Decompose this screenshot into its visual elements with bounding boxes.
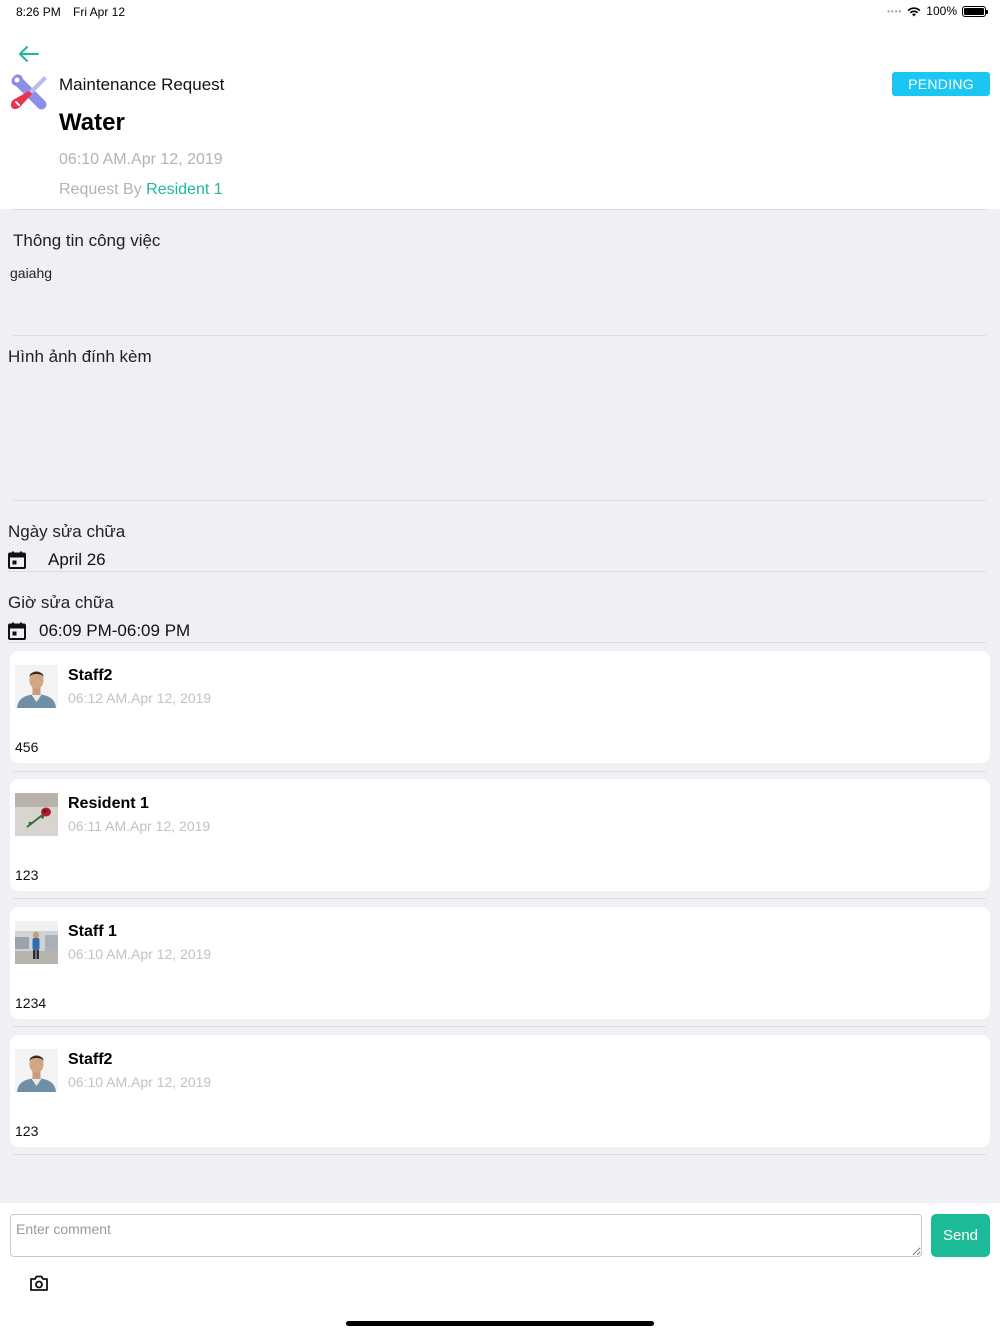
comment-author: Resident 1 — [68, 795, 149, 812]
rose-photo — [15, 793, 58, 836]
status-bar: 8:26 PM Fri Apr 12 •••• 100% — [0, 0, 1000, 24]
comment-card: Resident 1 06:11 AM.Apr 12, 2019 123 — [10, 779, 990, 891]
battery-icon — [962, 5, 988, 17]
tools-icon — [10, 74, 47, 110]
job-info-text: gaiahg — [10, 265, 53, 281]
header-divider — [13, 209, 986, 210]
battery-percent: 100% — [926, 4, 957, 18]
avatar[interactable] — [15, 1049, 58, 1092]
comment-divider — [13, 1154, 986, 1155]
calendar-icon — [8, 551, 26, 569]
attachments-divider — [13, 500, 986, 501]
job-info-title: Thông tin công việc — [13, 231, 161, 250]
staff-man-photo — [15, 665, 58, 708]
cellular-signal-icon: •••• — [887, 6, 903, 16]
avatar[interactable] — [15, 665, 58, 708]
comment-author: Staff2 — [68, 1051, 113, 1068]
request-by-label: Request By — [59, 181, 142, 198]
avatar[interactable] — [15, 793, 58, 836]
repair-date-value: April 26 — [48, 550, 106, 569]
status-badge: PENDING — [892, 72, 990, 96]
request-by-name[interactable]: Resident 1 — [146, 181, 223, 198]
comment-card: Staff2 06:10 AM.Apr 12, 2019 123 — [10, 1035, 990, 1147]
comment-text: 123 — [15, 1123, 39, 1139]
home-indicator[interactable] — [346, 1321, 654, 1326]
request-header: Maintenance Request Water 06:10 AM.Apr 1… — [0, 24, 1000, 209]
repair-time-divider — [8, 642, 986, 643]
back-button[interactable] — [14, 42, 44, 66]
repair-time-row[interactable]: 06:09 PM-06:09 PM — [8, 621, 190, 641]
arrow-left-icon — [19, 46, 39, 62]
attachments-area — [8, 375, 986, 495]
repair-date-title: Ngày sửa chữa — [8, 522, 126, 541]
comment-text: 1234 — [15, 995, 47, 1011]
comment-datetime: 06:11 AM.Apr 12, 2019 — [68, 818, 211, 834]
comment-divider — [13, 1026, 986, 1027]
job-info-divider — [13, 335, 986, 336]
request-title: Water — [59, 109, 125, 136]
comment-datetime: 06:10 AM.Apr 12, 2019 — [68, 1074, 212, 1090]
status-date: Fri Apr 12 — [73, 5, 126, 19]
request-type: Maintenance Request — [59, 75, 225, 94]
send-button[interactable]: Send — [931, 1214, 990, 1257]
camera-icon — [30, 1275, 48, 1291]
office-person-photo — [15, 921, 58, 964]
comment-card: Staff 1 06:10 AM.Apr 12, 2019 1234 — [10, 907, 990, 1019]
comment-input[interactable] — [10, 1214, 922, 1257]
calendar-icon — [8, 622, 26, 640]
comment-text: 456 — [15, 739, 39, 755]
request-by: Request By Resident 1 — [59, 181, 223, 199]
staff-man-photo — [15, 1049, 58, 1092]
avatar[interactable] — [15, 921, 58, 964]
camera-button[interactable] — [29, 1274, 49, 1292]
repair-date-row[interactable]: April 26 — [8, 550, 106, 570]
repair-date-divider — [8, 571, 986, 572]
comment-divider — [13, 771, 986, 772]
comment-datetime: 06:10 AM.Apr 12, 2019 — [68, 946, 212, 962]
repair-time-value: 06:09 PM-06:09 PM — [39, 621, 191, 640]
attachments-title: Hình ảnh đính kèm — [8, 347, 152, 366]
comment-author: Staff 1 — [68, 923, 117, 940]
comment-text: 123 — [15, 867, 39, 883]
comment-card: Staff2 06:12 AM.Apr 12, 2019 456 — [10, 651, 990, 763]
comment-author: Staff2 — [68, 667, 113, 684]
status-time: 8:26 PM — [16, 5, 61, 19]
comment-divider — [13, 898, 986, 899]
repair-time-title: Giờ sửa chữa — [8, 593, 114, 612]
comment-datetime: 06:12 AM.Apr 12, 2019 — [68, 690, 212, 706]
request-datetime: 06:10 AM.Apr 12, 2019 — [59, 151, 223, 168]
home-bar-area — [0, 1314, 1000, 1334]
status-indicators: •••• 100% — [887, 4, 988, 18]
comment-composer: Send — [0, 1203, 1000, 1314]
wifi-icon — [907, 6, 921, 16]
